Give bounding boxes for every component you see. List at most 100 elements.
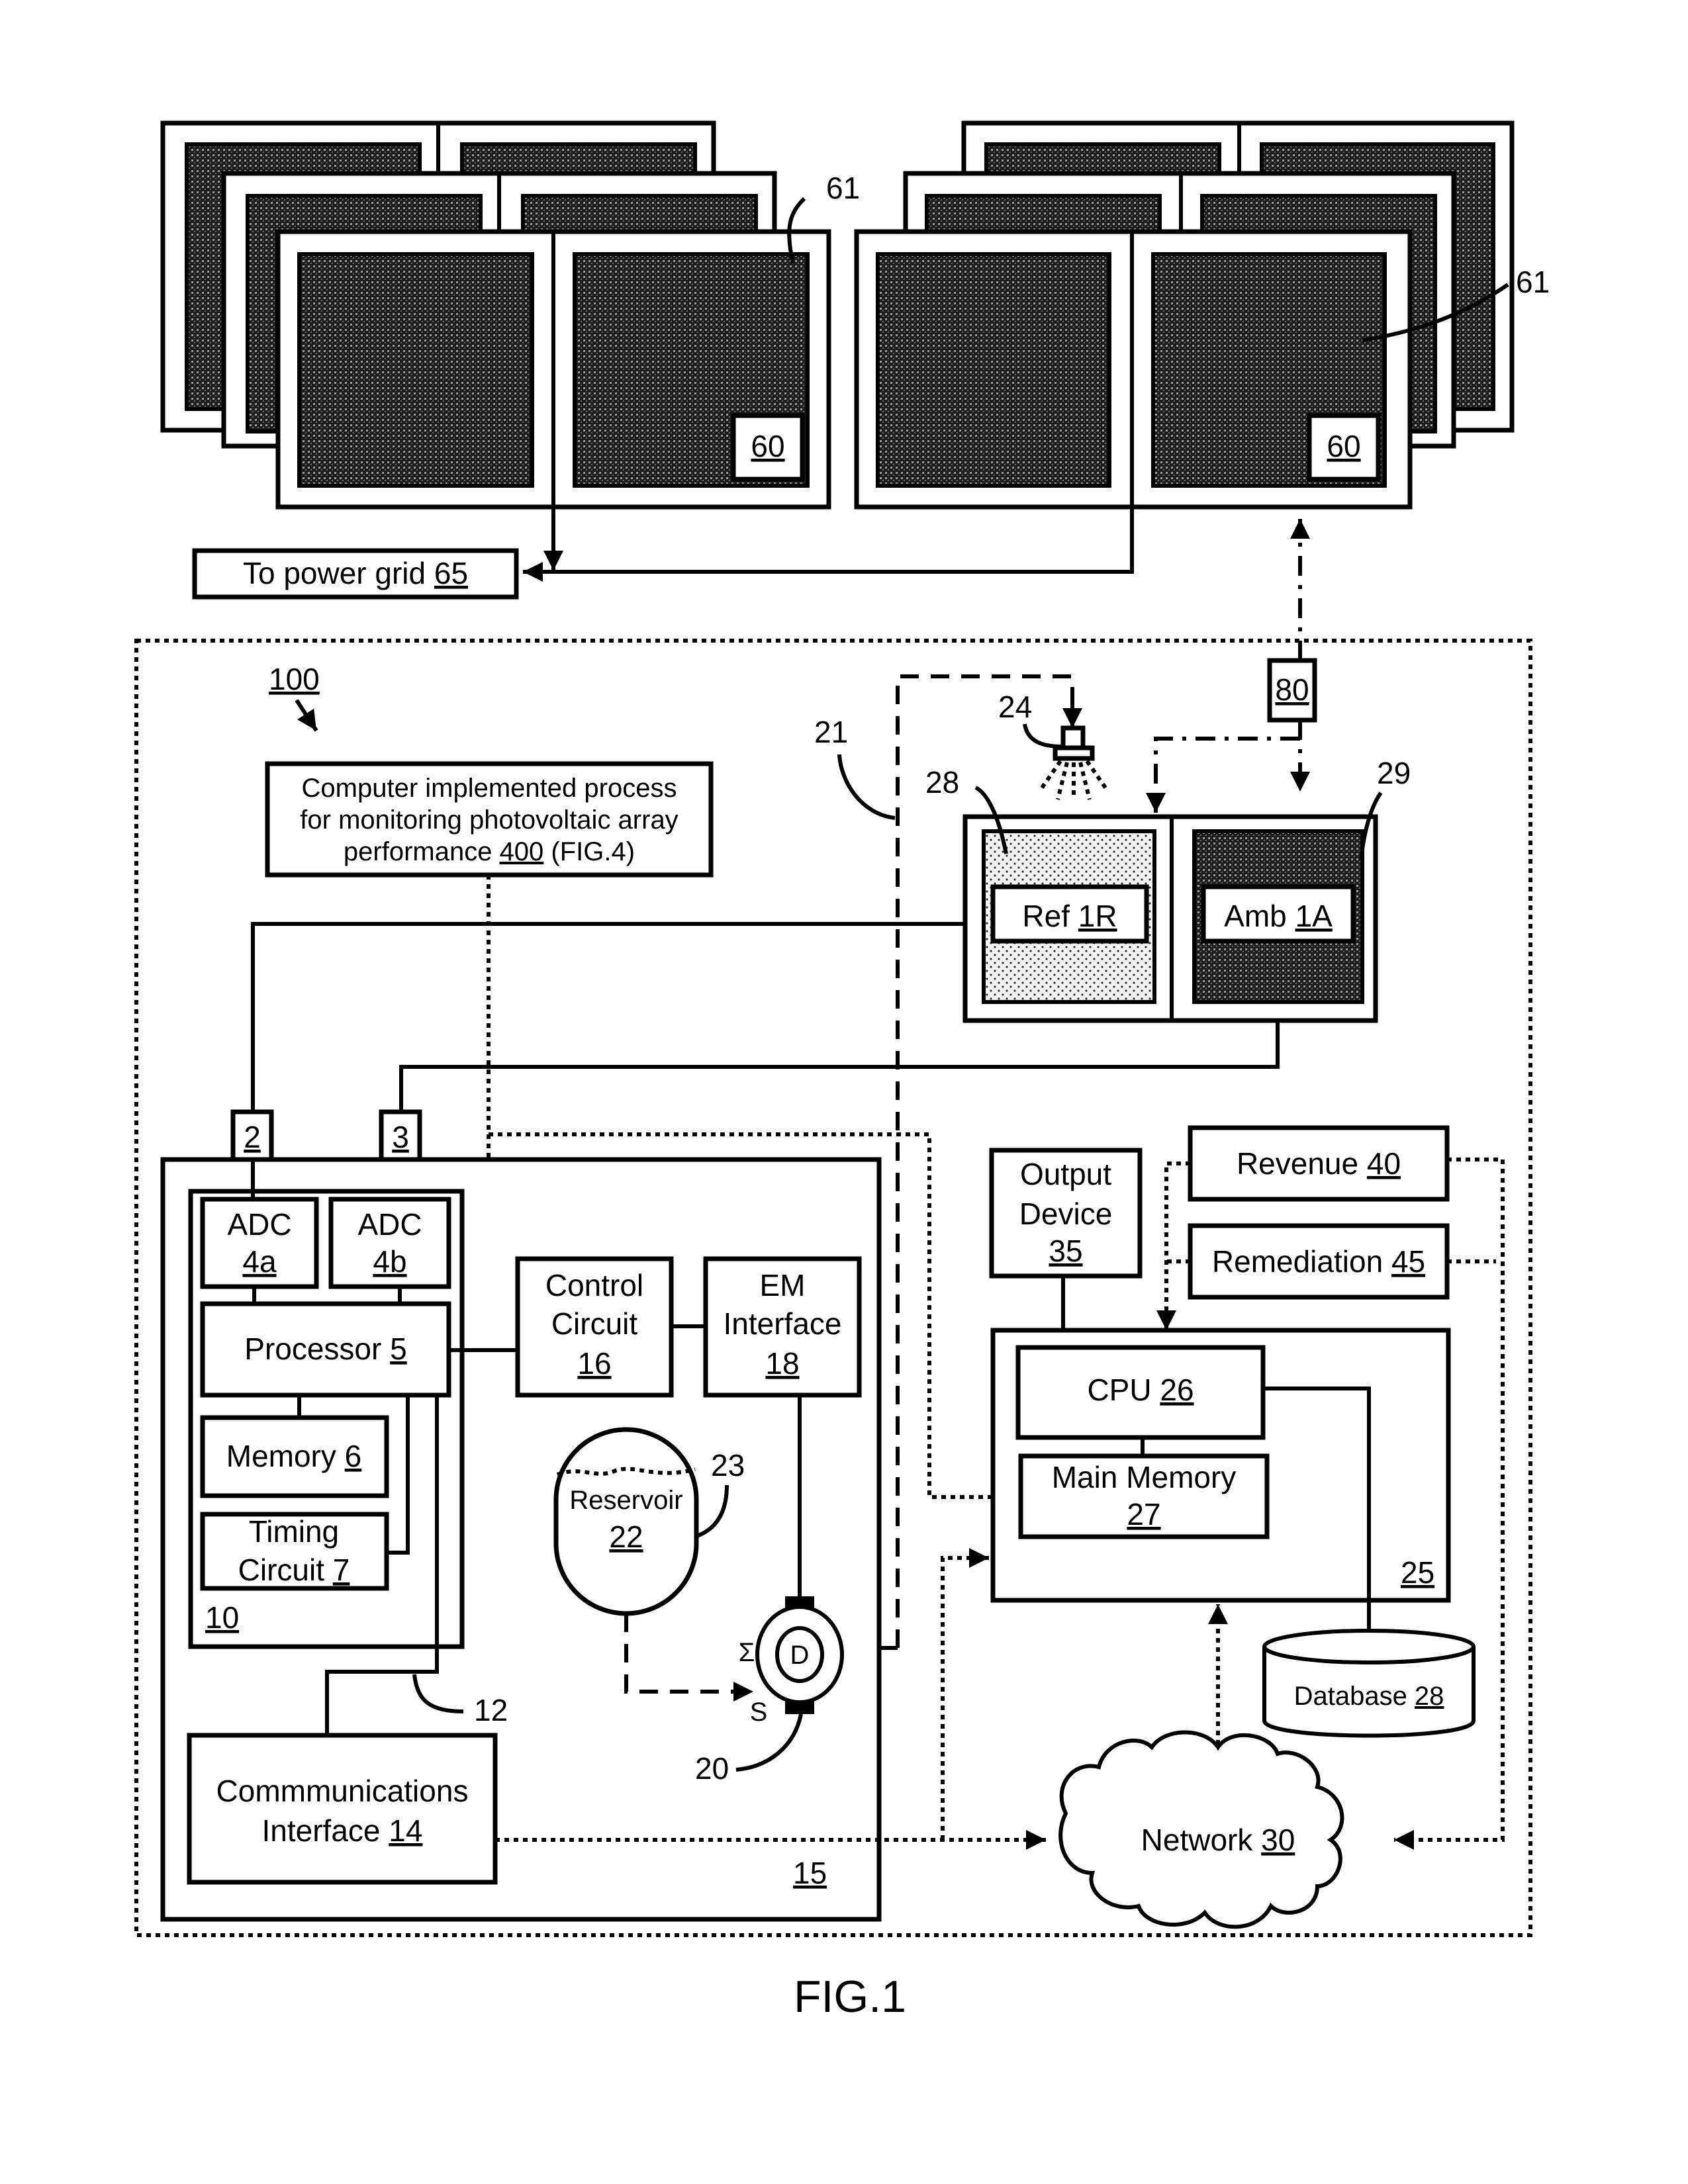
process-line-1: Computer implemented process <box>302 774 677 803</box>
revenue-ref: 40 <box>1367 1146 1401 1181</box>
remediation-45: Remediation 45 <box>1188 1223 1450 1300</box>
svg-text:performance 400 (FIG.4): performance 400 (FIG.4) <box>344 837 635 866</box>
cell-ref-left: 61 <box>826 171 860 205</box>
adc-4a: ADC 4a <box>200 1197 319 1289</box>
system-ref: 100 <box>269 662 320 696</box>
module-ref-right: 60 <box>1327 429 1360 463</box>
system-ref-arrow <box>295 699 318 732</box>
cell-ref-right: 61 <box>1516 265 1550 299</box>
ref-cell-ref: 1R <box>1078 899 1117 933</box>
box-80-label: 80 <box>1275 672 1309 707</box>
cpu-label: CPU <box>1087 1373 1160 1407</box>
svg-text:Remediation 45: Remediation 45 <box>1212 1244 1425 1279</box>
em-line-2: Interface <box>724 1306 842 1341</box>
conduit-leader <box>837 754 896 820</box>
reservoir-ref: 22 <box>609 1520 643 1554</box>
svg-text:Amb 1A: Amb 1A <box>1224 899 1333 933</box>
communications-interface-14: Commmunications Interface 14 <box>187 1733 498 1885</box>
conduit-ref: 21 <box>814 715 848 749</box>
database-label: Database <box>1294 1682 1415 1711</box>
adc-4b-ref: 4b <box>373 1244 406 1279</box>
svg-text:Database 28: Database 28 <box>1294 1682 1444 1711</box>
svg-text:CPU 26: CPU 26 <box>1087 1373 1194 1407</box>
sprayer-leader <box>1023 723 1062 749</box>
reservoir-label: Reservoir <box>569 1486 682 1515</box>
power-grid-ref: 65 <box>434 556 468 590</box>
timing-circuit-7: Timing Circuit 7 <box>200 1512 389 1591</box>
process-line-2: for monitoring photovoltaic array <box>300 805 678 835</box>
em-ref: 18 <box>765 1346 799 1381</box>
liquid-ref: 23 <box>711 1448 745 1482</box>
control-line-1: Control <box>545 1268 643 1302</box>
output-line-2: Device <box>1019 1197 1113 1231</box>
adc-4a-ref: 4a <box>242 1244 277 1279</box>
control-ref: 16 <box>577 1346 611 1381</box>
output-device-35: Output Device 35 <box>989 1148 1143 1279</box>
database-ref: 28 <box>1415 1682 1444 1711</box>
ref-coating-ref: 28 <box>925 765 959 799</box>
output-line-1: Output <box>1020 1157 1111 1191</box>
main-memory-27: Main Memory 27 <box>1018 1453 1270 1539</box>
svg-text:Memory 6: Memory 6 <box>226 1439 362 1473</box>
sprayer-ref: 24 <box>998 690 1032 724</box>
cpu-26: CPU 26 <box>1015 1345 1266 1440</box>
adc-4a-label: ADC <box>227 1207 291 1242</box>
control-line-2: Circuit <box>551 1306 638 1341</box>
network-30: Network 30 <box>1058 1730 1344 1929</box>
pv-array-right: 60 61 <box>854 120 1550 510</box>
connector-2: 2 <box>230 1109 274 1162</box>
connector-3-label: 3 <box>392 1120 409 1154</box>
process-box: Computer implemented process for monitor… <box>265 761 714 878</box>
processor-ref: 5 <box>390 1332 407 1366</box>
reservoir-22: Reservoir 22 <box>553 1427 699 1616</box>
module-ref-left: 60 <box>751 429 784 463</box>
control-circuit-16: Control Circuit 16 <box>515 1256 674 1398</box>
timing-line-1: Timing <box>249 1514 339 1549</box>
module-10-ref: 10 <box>205 1600 239 1635</box>
remediation-label: Remediation <box>1212 1244 1391 1279</box>
box80-to-ref <box>1146 737 1300 813</box>
comms-ref: 14 <box>389 1813 422 1848</box>
main-memory-label: Main Memory <box>1052 1460 1237 1494</box>
svg-text:Interface 14: Interface 14 <box>262 1813 423 1848</box>
process-fig: (FIG.4) <box>543 837 635 866</box>
pump-sigma: Σ <box>739 1638 755 1667</box>
revenue-40: Revenue 40 <box>1188 1125 1450 1202</box>
pump-s: S <box>750 1698 768 1727</box>
amb-cell-wire <box>399 1021 1280 1112</box>
comms-line-1: Commmunications <box>216 1774 469 1808</box>
figure-label: FIG.1 <box>794 1972 906 2022</box>
reference-cell-housing: Ref 1R Amb 1A <box>962 814 1378 1023</box>
svg-text:Circuit 7: Circuit 7 <box>238 1553 350 1587</box>
server-ref: 25 <box>1401 1555 1434 1590</box>
pv-array-left: 60 61 <box>160 120 860 510</box>
pv-panel-front: 60 <box>275 229 831 510</box>
power-grid-box: To power grid 65 <box>192 548 519 600</box>
revenue-label: Revenue <box>1237 1146 1367 1181</box>
box-80: 80 <box>1267 658 1317 723</box>
svg-text:Ref 1R: Ref 1R <box>1022 899 1117 933</box>
process-line-3: performance <box>344 837 500 866</box>
amb-coating-ref: 29 <box>1377 756 1411 790</box>
amb-cell-label: Amb <box>1224 899 1295 933</box>
pump-ref: 20 <box>695 1751 729 1786</box>
patent-figure: 60 61 60 61 To power grid 65 100 Compute… <box>134 120 1550 2022</box>
revenue-to-server <box>1156 1161 1190 1330</box>
amb-cell-ref: 1A <box>1295 899 1333 933</box>
pump-d-label: D <box>790 1641 810 1670</box>
svg-text:Processor 5: Processor 5 <box>244 1332 406 1366</box>
timing-ref: 7 <box>333 1553 350 1587</box>
enclosure-ref: 15 <box>793 1856 827 1890</box>
remediation-ref: 45 <box>1391 1244 1425 1279</box>
process-ref: 400 <box>500 837 544 866</box>
svg-text:Network 30: Network 30 <box>1141 1823 1295 1857</box>
bus-ref: 12 <box>474 1693 508 1727</box>
em-interface-18: EM Interface 18 <box>703 1256 862 1398</box>
sprayer-nozzle <box>1037 702 1110 800</box>
connector-2-label: 2 <box>244 1120 261 1154</box>
comms-line-2: Interface <box>262 1813 389 1848</box>
main-memory-ref: 27 <box>1127 1497 1160 1531</box>
memory-label: Memory <box>226 1439 345 1473</box>
svg-text:Revenue 40: Revenue 40 <box>1237 1146 1401 1181</box>
memory-6: Memory 6 <box>200 1415 389 1498</box>
